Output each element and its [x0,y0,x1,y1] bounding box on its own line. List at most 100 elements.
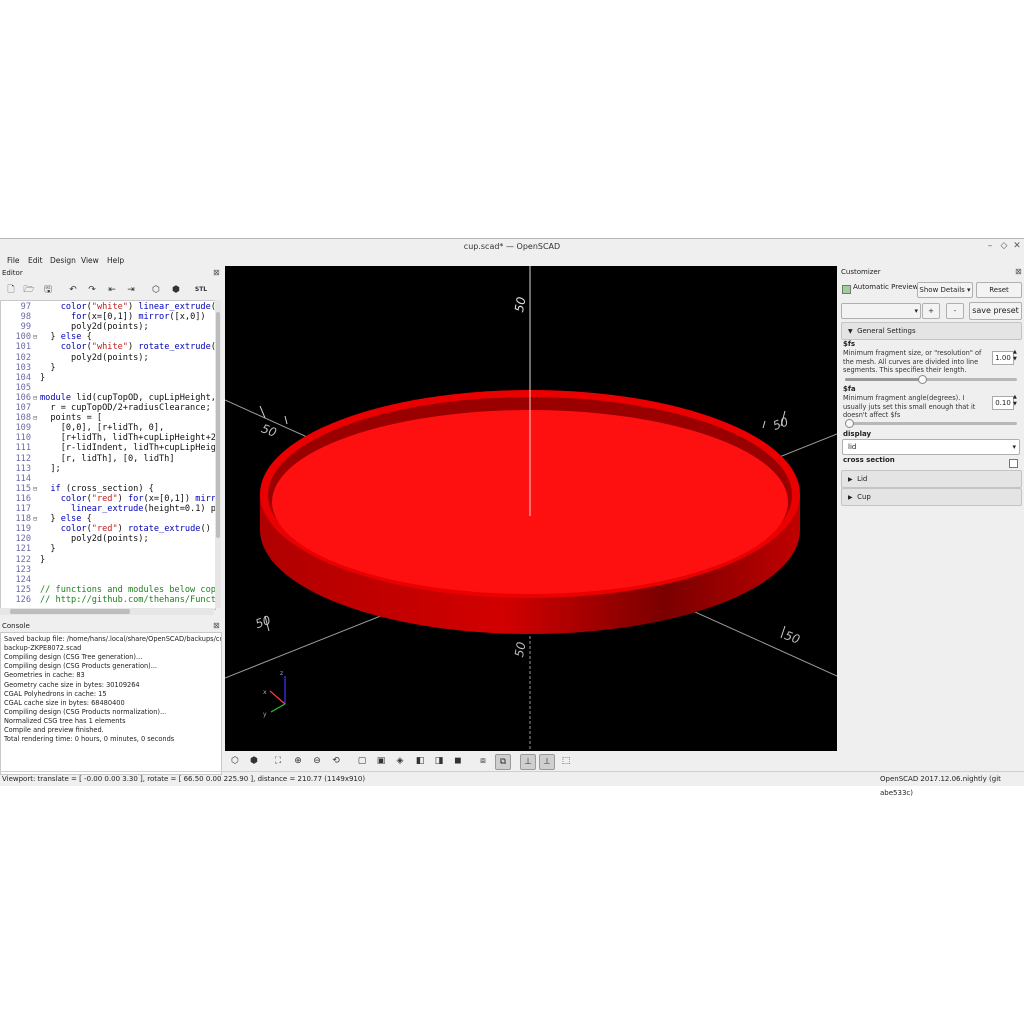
fa-spin-arrows-icon[interactable]: ▲ ▼ [1013,394,1017,408]
minimize-icon[interactable]: – [984,239,996,254]
view-left-icon[interactable]: ◧ [413,754,427,768]
maximize-icon[interactable]: ◇ [998,239,1010,254]
code-line[interactable]: 103 } [1,363,215,373]
code-line[interactable]: 97 color("white") linear_extrude( [1,302,215,312]
code-line[interactable]: 114 [1,474,215,484]
code-text: module lid(cupTopOD, cupLipHeight, [40,392,216,403]
code-line[interactable]: 115 ⊟ if (cross_section) { [1,484,215,494]
unindent-icon[interactable]: ⇤ [105,283,119,297]
editor-toolbar: 🗋 🗁 🖫 ↶ ↷ ⇤ ⇥ ⬡ ⬢ STL [0,281,222,299]
remove-preset-button[interactable]: - [946,303,964,319]
render-icon[interactable]: ⬢ [247,754,261,768]
code-line[interactable]: 113 ]; [1,464,215,474]
code-line[interactable]: 107 r = cupTopOD/2+radiusClearance; [1,403,215,413]
close-icon[interactable]: ✕ [1011,239,1023,254]
code-line[interactable]: 118 ⊟ } else { [1,514,215,524]
editor-vertical-scrollbar[interactable] [215,300,221,608]
menu-view[interactable]: View [81,254,99,268]
code-line[interactable]: 125 // functions and modules below cop [1,585,215,595]
orthogonal-icon[interactable]: ⧉ [495,754,511,770]
code-line[interactable]: 105 [1,383,215,393]
new-file-icon[interactable]: 🗋 [4,283,18,297]
menu-edit[interactable]: Edit [28,254,43,268]
indent-icon[interactable]: ⇥ [124,283,138,297]
code-line[interactable]: 117 linear_extrude(height=0.1) p [1,504,215,514]
zoom-all-icon[interactable]: ⛶ [271,754,285,768]
save-file-icon[interactable]: 🖫 [41,283,55,297]
export-stl-icon[interactable]: STL [194,283,208,297]
preview-icon[interactable]: ⬡ [228,754,242,768]
display-select[interactable]: lid ▾ [842,439,1020,455]
show-axes-icon[interactable]: ⊥ [520,754,536,770]
code-line[interactable]: 112 [r, lidTh], [0, lidTh] [1,454,215,464]
fold-marker-icon[interactable]: ⊟ [33,514,39,524]
general-settings-group[interactable]: ▼ General Settings [841,322,1022,340]
view-right-icon[interactable]: ▢ [355,754,369,768]
fs-slider[interactable] [845,375,1017,384]
cross-section-checkbox[interactable] [1009,459,1018,468]
code-line[interactable]: 104} [1,373,215,383]
editor-close-icon[interactable]: ⊠ [213,268,220,277]
zoom-out-icon[interactable]: ⊖ [310,754,324,768]
code-line[interactable]: 122} [1,555,215,565]
code-line[interactable]: 99 poly2d(points); [1,322,215,332]
code-line[interactable]: 121 } [1,544,215,554]
perspective-icon[interactable]: ⧈ [476,754,490,768]
code-line[interactable]: 101 color("white") rotate_extrude( [1,342,215,352]
add-preset-button[interactable]: + [922,303,940,319]
fs-slider-knob[interactable] [918,375,928,384]
cup-group[interactable]: ▶ Cup [841,488,1022,506]
menu-help[interactable]: Help [107,254,124,268]
automatic-preview-checkbox[interactable] [842,285,851,294]
customizer-close-icon[interactable]: ⊠ [1015,267,1022,276]
code-line[interactable]: 111 [r-lidIndent, lidTh+cupLipHeig [1,443,215,453]
code-line[interactable]: 119 color("red") rotate_extrude() [1,524,215,534]
reset-button[interactable]: Reset [976,282,1022,298]
code-line[interactable]: 120 poly2d(points); [1,534,215,544]
fa-slider-knob[interactable] [845,419,854,428]
code-editor[interactable]: 97 color("white") linear_extrude(98 for(… [0,300,216,610]
show-edges-icon[interactable]: ⬚ [559,754,573,768]
reset-view-icon[interactable]: ⟲ [329,754,343,768]
fold-marker-icon[interactable]: ⊟ [33,484,39,494]
preset-select[interactable]: ▾ [841,303,921,319]
code-line[interactable]: 116 color("red") for(x=[0,1]) mirr [1,494,215,504]
undo-icon[interactable]: ↶ [66,283,80,297]
fa-spinbox[interactable]: 0.10 [992,396,1014,410]
fs-spinbox[interactable]: 1.00 [992,351,1014,365]
save-preset-button[interactable]: save preset [969,302,1022,320]
view-bottom-icon[interactable]: ◈ [393,754,407,768]
code-line[interactable]: 123 [1,565,215,575]
console-close-icon[interactable]: ⊠ [213,621,220,630]
view-back-icon[interactable]: ◼ [451,754,465,768]
menu-file[interactable]: File [7,254,20,268]
redo-icon[interactable]: ↷ [85,283,99,297]
code-line[interactable]: 98 for(x=[0,1]) mirror([x,0]) [1,312,215,322]
fs-spin-arrows-icon[interactable]: ▲ ▼ [1013,349,1017,363]
view-front-icon[interactable]: ◨ [432,754,446,768]
code-line[interactable]: 108 ⊟ points = [ [1,413,215,423]
code-line[interactable]: 126 // http://github.com/thehans/Funct [1,595,215,605]
render-icon[interactable]: ⬢ [169,283,183,297]
view-top-icon[interactable]: ▣ [374,754,388,768]
code-line[interactable]: 124 [1,575,215,585]
code-line[interactable]: 106 ⊟ module lid(cupTopOD, cupLipHeight, [1,393,215,403]
fold-marker-icon[interactable]: ⊟ [33,332,39,342]
zoom-in-icon[interactable]: ⊕ [291,754,305,768]
editor-horizontal-scrollbar[interactable] [0,608,214,615]
show-scale-icon[interactable]: ⟂ [539,754,555,770]
menu-design[interactable]: Design [50,254,76,268]
preview-icon[interactable]: ⬡ [149,283,163,297]
code-line[interactable]: 100 ⊟ } else { [1,332,215,342]
fold-marker-icon[interactable]: ⊟ [33,393,39,403]
fa-slider[interactable] [845,419,1017,428]
code-line[interactable]: 110 [r+lidTh, lidTh+cupLipHeight+2 [1,433,215,443]
show-details-select[interactable]: Show Details ▾ [917,282,973,298]
fold-marker-icon[interactable]: ⊟ [33,413,39,423]
open-file-icon[interactable]: 🗁 [22,283,36,297]
code-line[interactable]: 109 [0,0], [r+lidTh, 0], [1,423,215,433]
axis-label: 50 [259,421,278,440]
code-line[interactable]: 102 poly2d(points); [1,353,215,363]
lid-group[interactable]: ▶ Lid [841,470,1022,488]
3d-viewport[interactable]: 50 50 50 50 50 50 50 z [224,266,838,751]
